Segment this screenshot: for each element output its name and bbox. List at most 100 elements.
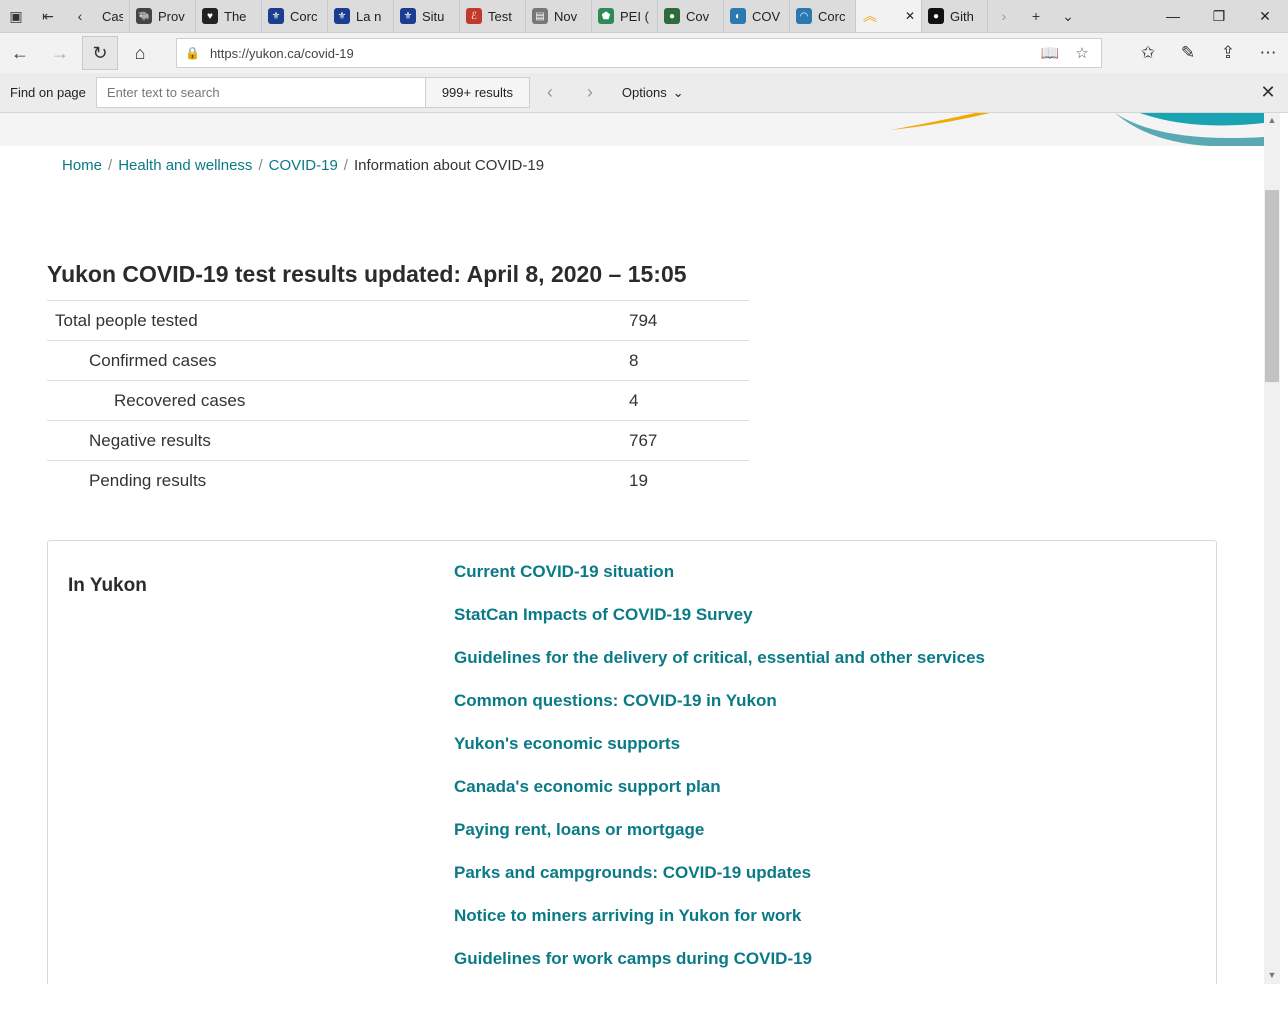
tab-8[interactable]: ⬟ PEI ( — [592, 0, 658, 32]
tab-9[interactable]: ● Cov — [658, 0, 724, 32]
table-row: Confirmed cases 8 — [47, 340, 749, 381]
tab-label: Gith — [950, 8, 974, 24]
tab-label: Cov — [686, 8, 710, 24]
link-common-questions[interactable]: Common questions: COVID-19 in Yukon — [454, 691, 777, 710]
share-icon[interactable]: ⇪ — [1208, 43, 1248, 63]
tab-11[interactable]: ◠ Corc — [790, 0, 856, 32]
find-input[interactable]: Enter text to search — [95, 77, 426, 108]
refresh-icon[interactable]: ↻ — [82, 36, 118, 70]
list-item: Current COVID-19 situation — [454, 562, 985, 605]
in-yukon-panel: In Yukon Current COVID-19 situation Stat… — [47, 540, 1217, 984]
tab-label: La n — [356, 8, 382, 24]
tab-manager-icon[interactable]: ▣ — [0, 0, 32, 32]
forward-icon[interactable]: → — [40, 33, 80, 73]
table-row: Negative results 767 — [47, 420, 749, 461]
row-value: 794 — [629, 300, 749, 341]
tab-label: Test — [488, 8, 512, 24]
reading-view-icon[interactable]: 📖 — [1039, 44, 1061, 62]
link-canada-economic-plan[interactable]: Canada's economic support plan — [454, 777, 721, 796]
link-yukon-economic-supports[interactable]: Yukon's economic supports — [454, 734, 680, 753]
tab-12[interactable]: ︽ ✕ — [856, 0, 922, 32]
breadcrumb-home[interactable]: Home — [62, 157, 102, 174]
set-tabs-aside-icon[interactable]: ⇤ — [32, 0, 64, 32]
tab-favicon-icon: ⬟ — [598, 8, 614, 24]
banner-swoosh-graphic — [890, 113, 1264, 146]
favorite-star-icon[interactable]: ☆ — [1071, 44, 1093, 62]
tab-5[interactable]: ⚜ Situ — [394, 0, 460, 32]
more-options-icon[interactable]: ⋯ — [1248, 43, 1288, 63]
link-delivery-guidelines[interactable]: Guidelines for the delivery of critical,… — [454, 648, 985, 667]
address-bar-row: ← → ↻ ⌂ 🔒 https://yukon.ca/covid-19 📖 ☆ … — [0, 33, 1288, 73]
list-item: Paying rent, loans or mortgage — [454, 820, 985, 863]
test-results-table: Total people tested 794 Confirmed cases … — [47, 300, 749, 501]
list-item: Guidelines for the delivery of critical,… — [454, 648, 985, 691]
tab-label: Corc — [818, 8, 846, 24]
link-statcan-survey[interactable]: StatCan Impacts of COVID-19 Survey — [454, 605, 753, 624]
notes-pen-icon[interactable]: ✎ — [1168, 43, 1208, 63]
close-tab-icon[interactable]: ✕ — [905, 9, 915, 23]
close-find-icon[interactable]: ✕ — [1248, 82, 1288, 103]
in-yukon-link-list: Current COVID-19 situation StatCan Impac… — [454, 562, 985, 984]
tab-favicon-icon: ● — [664, 8, 680, 24]
breadcrumb-health[interactable]: Health and wellness — [118, 157, 252, 174]
tab-label: Nov — [554, 8, 578, 24]
scroll-tabs-right-icon[interactable]: › — [988, 0, 1020, 32]
tab-10[interactable]: ◐ COV — [724, 0, 790, 32]
minimize-icon[interactable]: — — [1150, 0, 1196, 32]
table-row: Total people tested 794 — [47, 300, 749, 341]
lock-icon: 🔒 — [185, 46, 200, 60]
find-placeholder: Enter text to search — [106, 85, 220, 100]
tab-7[interactable]: ▤ Nov — [526, 0, 592, 32]
url-field[interactable]: 🔒 https://yukon.ca/covid-19 📖 ☆ — [176, 38, 1102, 68]
tab-favicon-icon: ♥ — [202, 8, 218, 24]
table-row: Pending results 19 — [47, 460, 749, 501]
find-previous-icon[interactable]: ‹ — [530, 82, 570, 103]
results-heading: Yukon COVID-19 test results updated: Apr… — [47, 261, 687, 287]
breadcrumb: Home / Health and wellness / COVID-19 / … — [62, 157, 545, 174]
find-next-icon[interactable]: › — [570, 82, 610, 103]
tab-13[interactable]: ● Gith — [922, 0, 988, 32]
row-label: Pending results — [47, 460, 629, 501]
list-item: Canada's economic support plan — [454, 777, 985, 820]
row-label: Total people tested — [47, 300, 629, 341]
tab-1[interactable]: 🐃 Prov — [130, 0, 196, 32]
row-value: 767 — [629, 420, 749, 461]
tab-favicon-icon: ◐ — [730, 8, 746, 24]
scroll-up-icon[interactable]: ▲ — [1264, 115, 1280, 125]
link-notice-to-miners[interactable]: Notice to miners arriving in Yukon for w… — [454, 906, 801, 925]
tab-favicon-icon: 🐃 — [136, 8, 152, 24]
find-options-button[interactable]: Options ⌄ — [622, 85, 684, 101]
list-item: Parks and campgrounds: COVID-19 updates — [454, 863, 985, 906]
tab-label: Prov — [158, 8, 185, 24]
tab-favicon-icon: ⚜ — [400, 8, 416, 24]
tab-favicon-icon: ℰ — [466, 8, 482, 24]
tab-4[interactable]: ⚜ La n — [328, 0, 394, 32]
scroll-thumb[interactable] — [1265, 190, 1279, 382]
scroll-tabs-left-icon[interactable]: ‹ — [64, 0, 96, 32]
tab-label: Corc — [290, 8, 318, 24]
row-value: 19 — [629, 460, 749, 501]
tab-6[interactable]: ℰ Test — [460, 0, 526, 32]
link-parks-campgrounds[interactable]: Parks and campgrounds: COVID-19 updates — [454, 863, 811, 882]
link-paying-rent[interactable]: Paying rent, loans or mortgage — [454, 820, 704, 839]
tab-favicon-icon: ⚜ — [334, 8, 350, 24]
new-tab-icon[interactable]: + — [1020, 0, 1052, 32]
link-work-camps[interactable]: Guidelines for work camps during COVID-1… — [454, 949, 812, 968]
vertical-scrollbar[interactable]: ▲ ▼ — [1264, 113, 1280, 984]
tab-preview-chevron-icon[interactable]: ⌄ — [1052, 0, 1084, 32]
tab-label: PEI ( — [620, 8, 649, 24]
find-options-label: Options — [621, 85, 667, 100]
favorites-icon[interactable]: ✩ — [1128, 43, 1168, 63]
tab-strip: Case 🐃 Prov ♥ The ⚜ Corc ⚜ La n ⚜ Situ ℰ Test ▤ Nov ⬟ PE… — [96, 0, 988, 32]
back-icon[interactable]: ← — [0, 33, 40, 73]
home-icon[interactable]: ⌂ — [120, 33, 160, 73]
tab-3[interactable]: ⚜ Corc — [262, 0, 328, 32]
scroll-down-icon[interactable]: ▼ — [1264, 970, 1280, 980]
breadcrumb-covid[interactable]: COVID-19 — [269, 157, 338, 174]
link-current-situation[interactable]: Current COVID-19 situation — [454, 562, 674, 581]
tab-2[interactable]: ♥ The — [196, 0, 262, 32]
restore-icon[interactable]: ❐ — [1196, 0, 1242, 32]
window-controls: — ❐ ✕ — [1150, 0, 1288, 32]
tab-0[interactable]: Case — [96, 0, 130, 32]
close-window-icon[interactable]: ✕ — [1242, 0, 1288, 32]
